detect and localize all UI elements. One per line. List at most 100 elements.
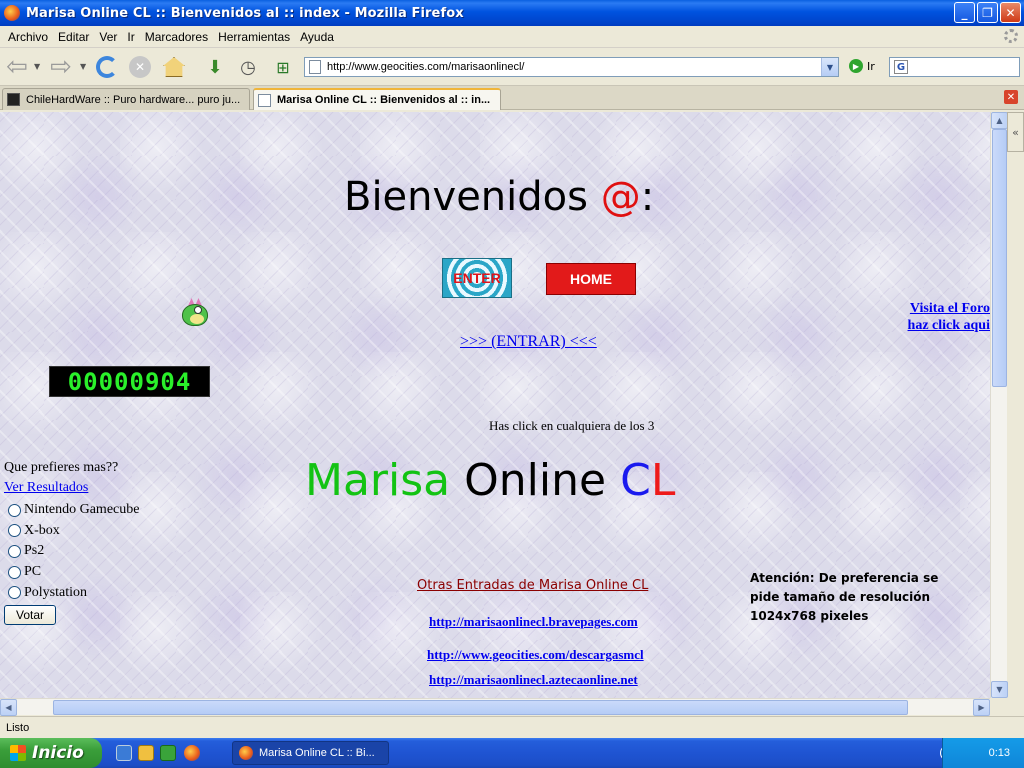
forum-link-line1[interactable]: Visita el Foro <box>896 300 990 317</box>
radio-button[interactable] <box>8 586 21 600</box>
status-bar: Listo <box>0 716 1024 738</box>
site-link-geocities[interactable]: http://www.geocities.com/descargasmcl <box>427 647 644 663</box>
brand-part-c: C <box>620 455 651 506</box>
enter-button[interactable]: ENTER <box>442 258 512 298</box>
poll: Que prefieres mas?? Ver Resultados Ninte… <box>4 460 139 625</box>
scroll-down-icon[interactable]: ▼ <box>991 681 1008 698</box>
welcome-text: Bienvenidos <box>344 174 588 220</box>
site-link-bravepages[interactable]: http://marisaonlinecl.bravepages.com <box>429 614 638 630</box>
go-button[interactable]: ▶ Ir <box>849 59 875 73</box>
radio-button[interactable] <box>8 565 21 579</box>
scroll-left-icon[interactable]: ◀ <box>0 699 17 716</box>
stop-button[interactable]: ✕ <box>127 54 153 80</box>
welcome-heading: Bienvenidos @: <box>344 174 654 220</box>
forward-button[interactable]: ⇨ <box>48 54 74 80</box>
taskbar-firefox-item[interactable]: Marisa Online CL :: Bi... <box>232 741 389 765</box>
home-nav-button[interactable] <box>161 54 187 80</box>
go-label: Ir <box>867 59 875 73</box>
firefox-quicklaunch-icon[interactable] <box>184 745 200 761</box>
site-link-aztecaonline[interactable]: http://marisaonlinecl.aztecaonline.net <box>429 672 638 688</box>
visitor-counter: 00000904 <box>49 366 210 397</box>
sidebar-toggle-icon[interactable]: « <box>1007 112 1024 152</box>
tab-bar: ChileHardWare :: Puro hardware... puro j… <box>0 86 1024 110</box>
welcome-colon: : <box>640 174 655 220</box>
poll-option[interactable]: Polystation <box>4 582 139 603</box>
new-tab-button[interactable]: ⊞ <box>270 54 296 80</box>
home-label: HOME <box>570 271 612 287</box>
tab-chilehardware[interactable]: ChileHardWare :: Puro hardware... puro j… <box>2 88 250 110</box>
entrar-link[interactable]: >>> (ENTRAR) <<< <box>460 333 597 351</box>
reload-button[interactable] <box>94 54 120 80</box>
clock[interactable]: 0:13 <box>989 747 1010 759</box>
vertical-scrollbar[interactable]: ▲ ▼ <box>990 112 1008 698</box>
minimize-button[interactable]: _ <box>954 2 975 23</box>
url-dropdown-icon[interactable]: ▼ <box>821 58 838 76</box>
window-title: Marisa Online CL :: Bienvenidos al :: in… <box>26 5 464 21</box>
brand-part-online: Online <box>464 455 607 506</box>
status-text: Listo <box>6 721 30 734</box>
scroll-up-icon[interactable]: ▲ <box>991 112 1008 129</box>
menu-herramientas[interactable]: Herramientas <box>213 30 295 44</box>
home-button[interactable]: HOME <box>546 263 636 295</box>
tab-label: ChileHardWare :: Puro hardware... puro j… <box>26 93 241 106</box>
poll-option[interactable]: PC <box>4 562 139 583</box>
poll-results-link[interactable]: Ver Resultados <box>4 480 139 496</box>
radio-button[interactable] <box>8 544 21 558</box>
url-text[interactable]: http://www.geocities.com/marisaonlinecl/ <box>327 61 524 73</box>
vertical-scroll-thumb[interactable] <box>992 129 1007 387</box>
poll-option[interactable]: Ps2 <box>4 541 139 562</box>
home-icon <box>163 57 185 77</box>
radio-button[interactable] <box>8 524 21 538</box>
radio-button[interactable] <box>8 503 21 517</box>
messenger-icon[interactable] <box>160 745 176 761</box>
counter-value: 00000904 <box>67 367 192 396</box>
back-arrow-icon: ⇦ <box>6 52 28 82</box>
maximize-button[interactable]: ❐ <box>977 2 998 23</box>
poll-option[interactable]: X-box <box>4 521 139 542</box>
menu-ayuda[interactable]: Ayuda <box>295 30 339 44</box>
other-entries-title[interactable]: Otras Entradas de Marisa Online CL <box>417 578 648 593</box>
menu-ir[interactable]: Ir <box>122 30 139 44</box>
firefox-icon <box>4 5 20 21</box>
stop-icon: ✕ <box>129 56 151 78</box>
brand-part-marisa: Marisa <box>305 455 451 506</box>
vote-button[interactable]: Votar <box>4 604 56 625</box>
clock-icon: ◷ <box>240 56 256 78</box>
windows-flag-icon <box>10 745 26 761</box>
menu-editar[interactable]: Editar <box>53 30 94 44</box>
scroll-right-icon[interactable]: ▶ <box>973 699 990 716</box>
downloads-button[interactable]: ⬇ <box>202 54 228 80</box>
forum-link-line2[interactable]: haz click aqui <box>896 317 990 334</box>
click-hint: Has click en cualquiera de los 3 <box>489 418 655 433</box>
window-titlebar[interactable]: Marisa Online CL :: Bienvenidos al :: in… <box>0 0 1024 26</box>
address-bar[interactable]: http://www.geocities.com/marisaonlinecl/… <box>304 57 839 77</box>
search-input[interactable]: G <box>889 57 1020 77</box>
horizontal-scrollbar[interactable]: ◀ ▶ <box>0 698 990 716</box>
menu-ver[interactable]: Ver <box>94 30 122 44</box>
back-button[interactable]: ⇦ <box>4 54 30 80</box>
brand-part-l: L <box>650 455 676 506</box>
start-label: Inicio <box>32 743 84 763</box>
tab-marisa-online[interactable]: Marisa Online CL :: Bienvenidos al :: in… <box>253 88 501 110</box>
menu-archivo[interactable]: Archivo <box>3 30 53 44</box>
quicklaunch-app-icon[interactable] <box>138 745 154 761</box>
firefox-icon <box>239 746 253 760</box>
menu-marcadores[interactable]: Marcadores <box>140 30 213 44</box>
ie-icon[interactable] <box>116 745 132 761</box>
go-arrow-icon: ▶ <box>849 59 863 73</box>
start-button[interactable]: Inicio <box>0 738 102 768</box>
back-dropdown-icon[interactable]: ▼ <box>34 62 40 71</box>
forward-arrow-icon: ⇨ <box>50 52 72 82</box>
close-button[interactable]: ✕ <box>1000 2 1021 23</box>
google-icon[interactable]: G <box>894 60 908 74</box>
forum-link[interactable]: Visita el Foro haz click aqui <box>896 300 990 334</box>
menu-bar: Archivo Editar Ver Ir Marcadores Herrami… <box>0 26 1024 48</box>
tab-favicon <box>7 93 20 106</box>
download-icon: ⬇ <box>207 56 223 78</box>
forward-dropdown-icon[interactable]: ▼ <box>80 62 86 71</box>
poll-option[interactable]: Nintendo Gamecube <box>4 500 139 521</box>
page-viewport: Bienvenidos @: ENTER HOME Visita el Foro… <box>0 112 990 698</box>
history-button[interactable]: ◷ <box>235 54 261 80</box>
close-tab-icon[interactable]: ✕ <box>1004 90 1018 104</box>
horizontal-scroll-thumb[interactable] <box>53 700 908 715</box>
